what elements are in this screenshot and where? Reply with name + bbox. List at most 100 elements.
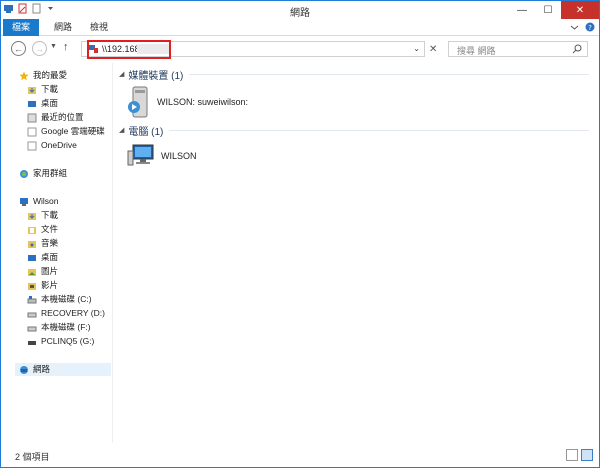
sidebar-item-label: 家用群組 [33, 168, 68, 178]
sidebar-item-label: 音樂 [41, 238, 59, 248]
sidebar-item-label: 本機磁碟 (F:) [41, 322, 91, 332]
drive-c-icon [27, 295, 37, 303]
sidebar-item-drive-c[interactable]: 本機磁碟 (C:) [27, 293, 92, 306]
sidebar-item-google-drive[interactable]: Google 雲端硬碟 [27, 125, 105, 138]
status-bar: 2 個項目 [1, 445, 599, 467]
google-drive-icon [27, 127, 37, 136]
download-folder-icon [28, 86, 36, 94]
collapse-chevron-icon[interactable]: ◢ [119, 126, 124, 134]
sidebar-item-label: 文件 [41, 224, 59, 234]
sidebar-item-label: 圖片 [41, 266, 59, 276]
drive-icon [27, 326, 37, 331]
star-icon [19, 71, 29, 80]
media-server-icon [128, 86, 148, 118]
sidebar-item-drive-d[interactable]: RECOVERY (D:) [27, 307, 105, 320]
tab-file[interactable]: 檔案 [3, 19, 39, 36]
sidebar-item-label: 最近的位置 [41, 112, 84, 122]
sidebar-item-pc-desktop[interactable]: 桌面 [27, 251, 58, 264]
sidebar-item-favorites[interactable]: 我的最愛 [19, 69, 67, 82]
forward-button[interactable]: → [32, 41, 47, 56]
desktop-icon [28, 100, 36, 107]
maximize-button[interactable]: ☐ [535, 1, 561, 19]
computer-label: WILSON [161, 151, 197, 161]
sidebar-item-drive-g[interactable]: PCLINQ5 (G:) [27, 335, 94, 348]
media-device-label: WILSON: suweiwilson: [157, 97, 249, 107]
sidebar-item-homegroup[interactable]: 家用群組 [19, 167, 67, 180]
sidebar-item-desktop[interactable]: 桌面 [27, 97, 58, 110]
details-view-icon[interactable] [566, 449, 578, 461]
sidebar-item-label: 桌面 [41, 98, 59, 108]
homegroup-icon [20, 169, 28, 178]
onedrive-icon [27, 141, 37, 150]
sidebar-item-label: RECOVERY (D:) [41, 308, 105, 318]
network-icon [20, 365, 28, 374]
sidebar-item-label: Wilson [33, 196, 59, 206]
sidebar-item-this-pc[interactable]: Wilson [19, 195, 59, 208]
media-device-item[interactable]: WILSON: suweiwilson: [127, 85, 248, 119]
drive-icon [27, 312, 37, 317]
sidebar-item-label: 網路 [33, 364, 51, 374]
sidebar-item-recent[interactable]: 最近的位置 [27, 111, 84, 124]
sidebar-item-network[interactable]: 網路 [15, 363, 111, 376]
chevron-down-icon[interactable] [570, 23, 579, 32]
view-buttons [566, 449, 593, 461]
sidebar-item-label: 下載 [41, 210, 59, 220]
sidebar-item-downloads[interactable]: 下載 [27, 83, 58, 96]
up-button[interactable]: ↑ [63, 41, 69, 53]
tab-view[interactable]: 檢視 [85, 19, 113, 36]
address-highlight-box [87, 40, 171, 59]
sidebar-item-onedrive[interactable]: OneDrive [27, 139, 77, 152]
group-title: 電腦 (1) [128, 126, 164, 138]
minimize-button[interactable]: — [509, 1, 535, 19]
explorer-window: 網路 — ☐ ✕ 檔案 網路 檢視 ? ← → ▼ ↑ \\192.168. ⌄… [0, 0, 600, 468]
back-button[interactable]: ← [11, 41, 26, 56]
computer-item[interactable]: WILSON [127, 141, 197, 171]
videos-folder-icon [28, 282, 36, 290]
window-controls: — ☐ ✕ [509, 1, 599, 19]
recent-locations-dropdown[interactable]: ▼ [50, 43, 57, 50]
sidebar-item-drive-f[interactable]: 本機磁碟 (F:) [27, 321, 91, 334]
sidebar-item-pc-downloads[interactable]: 下載 [27, 209, 58, 222]
title-bar: 網路 — ☐ ✕ [1, 1, 599, 19]
recent-places-icon [27, 113, 37, 122]
collapse-chevron-icon[interactable]: ◢ [119, 70, 124, 78]
tab-network[interactable]: 網路 [49, 19, 77, 36]
help-icon[interactable]: ? [585, 22, 595, 32]
sidebar-item-videos[interactable]: 影片 [27, 279, 58, 292]
pictures-folder-icon [28, 268, 36, 276]
sidebar-item-music[interactable]: 音樂 [27, 237, 58, 250]
group-media-devices[interactable]: ◢ 媒體裝置 (1) [119, 67, 589, 82]
search-placeholder: 搜尋 網路 [457, 46, 496, 56]
sidebar-item-label: PCLINQ5 (G:) [41, 336, 95, 346]
sidebar-item-label: 本機磁碟 (C:) [41, 294, 92, 304]
desktop-icon [28, 254, 36, 261]
large-icons-view-icon[interactable] [581, 449, 593, 461]
svg-text:?: ? [588, 24, 592, 32]
sidebar-item-label: OneDrive [41, 140, 77, 150]
search-icon [572, 44, 582, 54]
computer-icon [20, 197, 28, 206]
group-divider [169, 130, 589, 131]
group-computers[interactable]: ◢ 電腦 (1) [119, 123, 589, 138]
clear-address-button[interactable]: ✕ [429, 44, 437, 55]
documents-folder-icon [28, 226, 36, 234]
item-count: 2 個項目 [15, 452, 50, 462]
download-folder-icon [28, 212, 36, 220]
address-history-dropdown[interactable]: ⌄ [413, 44, 420, 53]
search-box[interactable]: 搜尋 網路 [448, 41, 588, 57]
close-button[interactable]: ✕ [561, 1, 599, 19]
sidebar-item-label: 下載 [41, 84, 59, 94]
navigation-pane: 我的最愛 下載 桌面 最近的位置 Google 雲端硬碟 OneDrive 家用… [1, 63, 113, 443]
computer-monitor-icon [127, 144, 154, 166]
ribbon-tabs: 檔案 網路 檢視 ? [1, 19, 599, 36]
sidebar-item-label: 影片 [41, 280, 59, 290]
sidebar-item-label: 我的最愛 [33, 70, 68, 80]
sidebar-item-documents[interactable]: 文件 [27, 223, 58, 236]
ribbon-right-controls: ? [570, 22, 595, 32]
sidebar-item-pictures[interactable]: 圖片 [27, 265, 58, 278]
group-divider [189, 74, 589, 75]
sidebar-item-label: 桌面 [41, 252, 59, 262]
music-folder-icon [28, 240, 36, 248]
group-title: 媒體裝置 (1) [128, 70, 184, 82]
drive-usb-icon [28, 340, 36, 345]
